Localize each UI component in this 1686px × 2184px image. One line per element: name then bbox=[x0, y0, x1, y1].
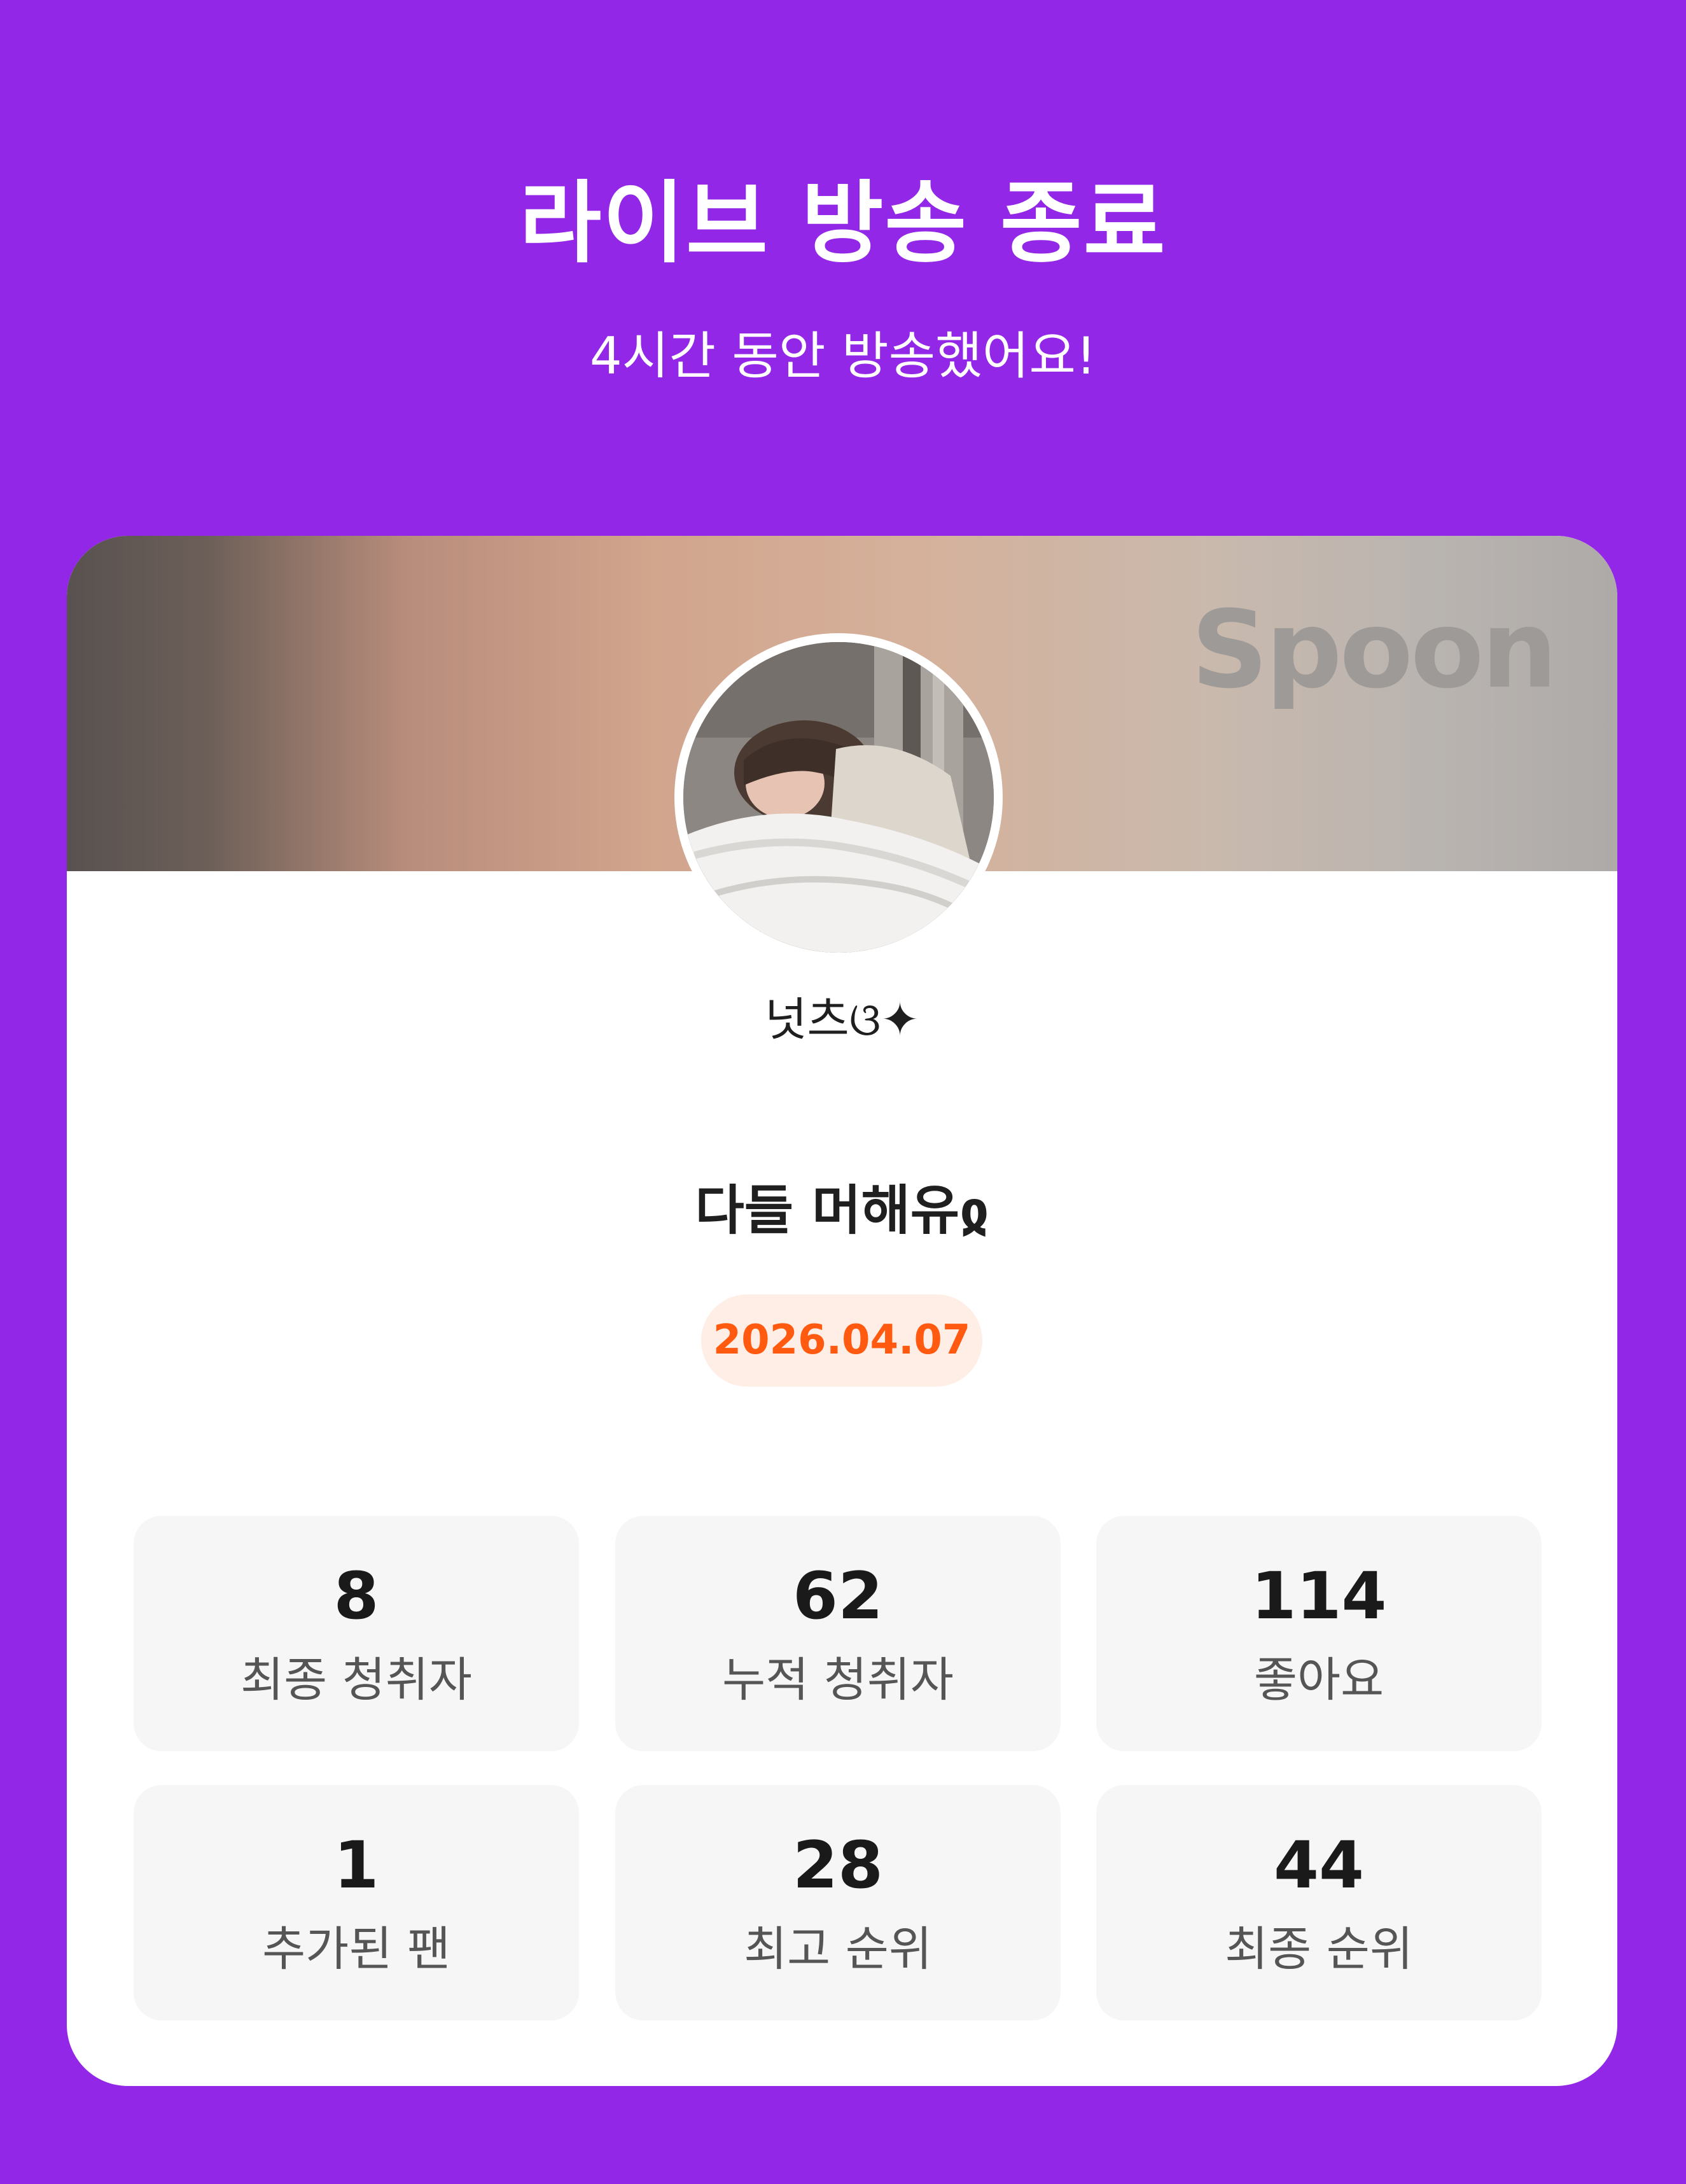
avatar bbox=[674, 633, 1003, 962]
stat-value: 28 bbox=[793, 1828, 883, 1903]
username: 넛츠ଓ✦ bbox=[765, 993, 919, 1046]
broadcast-summary-card: Spoon 넛츠ଓ✦ 다들 머해유ჲ 2026.04.07 8 최종 청취자 6… bbox=[67, 536, 1617, 2086]
stat-label: 최종 청취자 bbox=[240, 1653, 472, 1707]
stat-final-rank: 44 최종 순위 bbox=[1096, 1785, 1542, 2020]
page-title: 라이브 방송 종료 bbox=[519, 172, 1167, 276]
spoon-logo: Spoon bbox=[1191, 587, 1557, 712]
stat-label: 추가된 팬 bbox=[262, 1922, 450, 1977]
avatar-photo-icon bbox=[683, 642, 994, 953]
date-badge: 2026.04.07 bbox=[701, 1294, 982, 1387]
stat-value: 62 bbox=[793, 1558, 883, 1634]
stat-value: 44 bbox=[1274, 1828, 1364, 1903]
broadcast-duration-text: 4시간 동안 방송했어요! bbox=[589, 326, 1097, 386]
stat-label: 최종 순위 bbox=[1225, 1922, 1413, 1977]
stat-label: 누적 청취자 bbox=[722, 1653, 954, 1707]
stat-label: 최고 순위 bbox=[744, 1922, 932, 1977]
room-title: 다들 머해유ჲ bbox=[695, 1179, 989, 1242]
stat-value: 1 bbox=[333, 1828, 379, 1903]
stat-likes: 114 좋아요 bbox=[1096, 1516, 1542, 1751]
stat-value: 8 bbox=[333, 1558, 379, 1634]
stat-final-listeners: 8 최종 청취자 bbox=[134, 1516, 579, 1751]
stat-total-listeners: 62 누적 청취자 bbox=[615, 1516, 1061, 1751]
stat-label: 좋아요 bbox=[1253, 1653, 1384, 1707]
stat-new-fans: 1 추가된 팬 bbox=[134, 1785, 579, 2020]
stat-highest-rank: 28 최고 순위 bbox=[615, 1785, 1061, 2020]
stat-value: 114 bbox=[1251, 1558, 1387, 1634]
